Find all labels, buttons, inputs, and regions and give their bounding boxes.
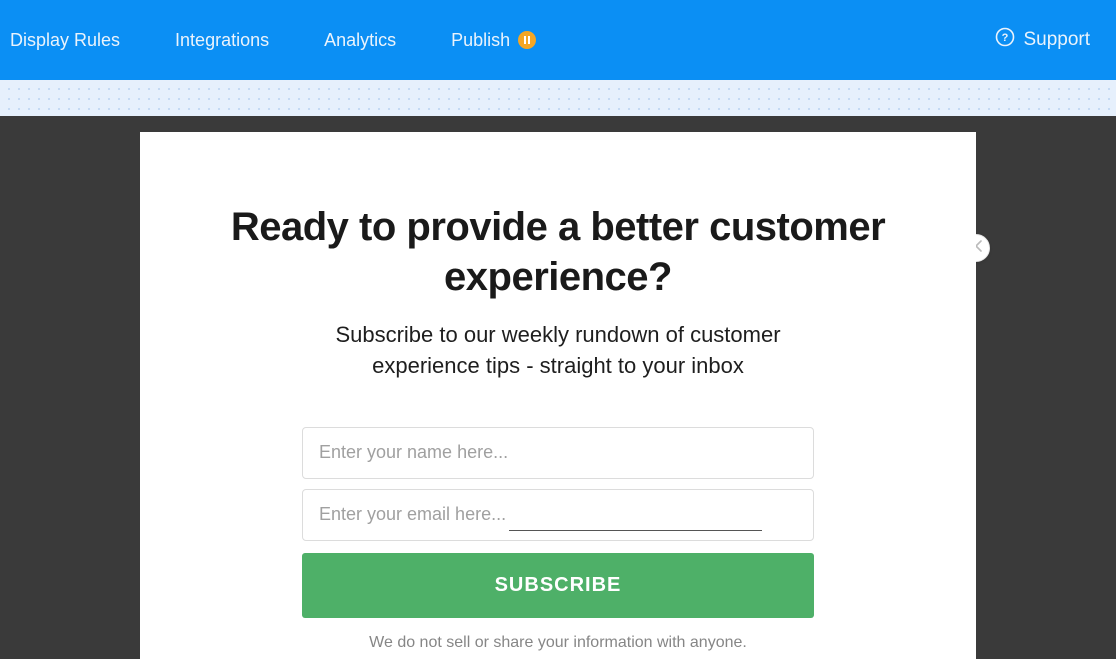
nav-item-label: Analytics: [324, 30, 396, 51]
support-label: Support: [1023, 29, 1090, 51]
nav-display-rules[interactable]: Display Rules: [10, 30, 120, 51]
subscribe-form: SUBSCRIBE We do not sell or share your i…: [302, 427, 814, 652]
nav-integrations[interactable]: Integrations: [175, 30, 269, 51]
modal-heading: Ready to provide a better customer exper…: [190, 202, 926, 302]
privacy-text: We do not sell or share your information…: [302, 634, 814, 652]
nav-item-label: Publish: [451, 30, 510, 51]
svg-text:?: ?: [1002, 32, 1009, 44]
email-underline: [509, 530, 762, 531]
nav-left: Display Rules Integrations Analytics Pub…: [10, 30, 536, 51]
pause-icon: [518, 31, 536, 49]
nav-item-label: Integrations: [175, 30, 269, 51]
support-link[interactable]: ? Support: [995, 27, 1090, 53]
subscribe-button[interactable]: SUBSCRIBE: [302, 553, 814, 618]
nav-item-label: Display Rules: [10, 30, 120, 51]
top-nav: Display Rules Integrations Analytics Pub…: [0, 0, 1116, 80]
email-input[interactable]: [302, 489, 814, 541]
dotted-strip: [0, 80, 1116, 116]
canvas-area: Ready to provide a better customer exper…: [0, 116, 1116, 659]
help-icon: ?: [995, 27, 1015, 53]
nav-publish[interactable]: Publish: [451, 30, 536, 51]
name-input[interactable]: [302, 427, 814, 479]
subscribe-modal: Ready to provide a better customer exper…: [140, 132, 976, 659]
nav-analytics[interactable]: Analytics: [324, 30, 396, 51]
modal-subtitle: Subscribe to our weekly rundown of custo…: [298, 320, 818, 382]
